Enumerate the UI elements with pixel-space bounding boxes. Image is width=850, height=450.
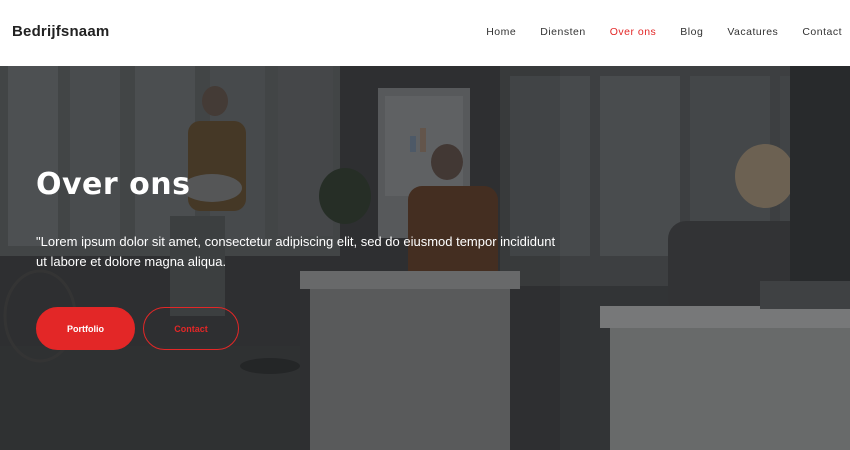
hero-intro-text: "Lorem ipsum dolor sit amet, consectetur…: [36, 234, 556, 269]
nav-item-over-ons[interactable]: Over ons: [610, 26, 657, 38]
nav-item-contact[interactable]: Contact: [802, 26, 842, 38]
contact-button[interactable]: Contact: [143, 307, 239, 350]
portfolio-button[interactable]: Portfolio: [36, 307, 135, 350]
brand-logo[interactable]: Bedrijfsnaam: [12, 23, 109, 40]
page-title: Over ons: [36, 167, 191, 202]
main-nav: Home Diensten Over ons Blog Vacatures Co…: [486, 26, 842, 38]
nav-item-home[interactable]: Home: [486, 26, 516, 38]
hero-section: Over ons "Lorem ipsum dolor sit amet, co…: [0, 66, 850, 450]
site-header: Bedrijfsnaam Home Diensten Over ons Blog…: [0, 0, 850, 66]
nav-item-diensten[interactable]: Diensten: [540, 26, 585, 38]
nav-item-vacatures[interactable]: Vacatures: [727, 26, 778, 38]
nav-item-blog[interactable]: Blog: [680, 26, 703, 38]
